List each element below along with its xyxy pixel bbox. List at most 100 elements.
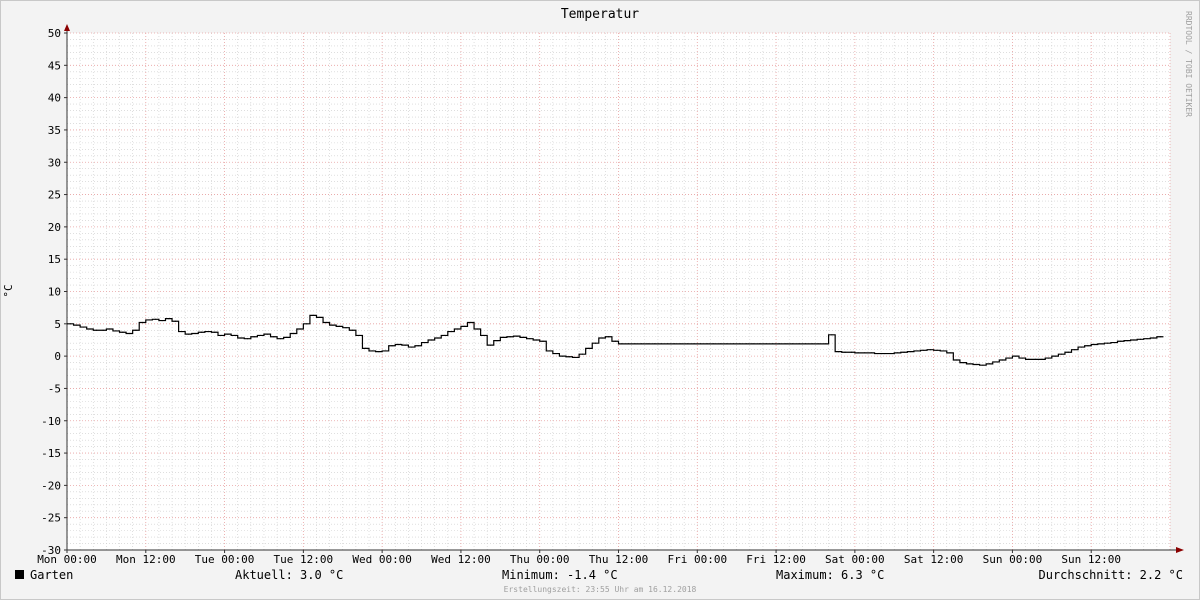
data-point bbox=[470, 321, 472, 324]
data-point bbox=[489, 344, 492, 346]
y-tick-label: 15 bbox=[48, 253, 61, 266]
data-point bbox=[76, 324, 78, 326]
y-tick-label: 50 bbox=[48, 27, 61, 40]
x-tick-label: Wed 00:00 bbox=[352, 553, 412, 566]
x-tick-label: Tue 12:00 bbox=[274, 553, 334, 566]
data-point bbox=[634, 343, 636, 345]
data-point bbox=[798, 343, 800, 345]
data-point bbox=[667, 343, 669, 345]
data-point bbox=[680, 343, 682, 345]
data-point bbox=[496, 340, 498, 342]
data-point bbox=[772, 343, 774, 345]
data-point bbox=[181, 330, 183, 333]
data-point bbox=[923, 349, 925, 351]
data-point bbox=[936, 349, 938, 351]
data-point bbox=[811, 343, 813, 345]
data-point bbox=[516, 335, 518, 337]
data-point bbox=[424, 341, 426, 344]
data-point bbox=[562, 355, 564, 357]
data-point bbox=[568, 356, 570, 358]
data-point bbox=[975, 363, 977, 366]
x-tick-label: Fri 00:00 bbox=[667, 553, 727, 566]
data-point bbox=[1133, 339, 1135, 341]
data-point bbox=[614, 340, 616, 342]
data-point bbox=[1080, 346, 1082, 348]
x-tick-label: Mon 00:00 bbox=[37, 553, 97, 566]
data-point bbox=[752, 343, 754, 345]
y-tick-label: 30 bbox=[48, 156, 61, 169]
x-tick-label: Thu 00:00 bbox=[510, 553, 570, 566]
data-point bbox=[332, 324, 334, 326]
data-point bbox=[831, 334, 833, 336]
data-point bbox=[214, 331, 216, 333]
footer-timestamp: Erstellungszeit: 23:55 Uhr am 16.12.2018 bbox=[504, 585, 697, 594]
data-point bbox=[686, 343, 689, 345]
y-tick-label: -10 bbox=[41, 415, 61, 428]
data-point bbox=[988, 363, 991, 365]
data-point bbox=[654, 343, 656, 345]
data-point bbox=[962, 361, 964, 364]
data-point bbox=[430, 339, 433, 341]
data-point bbox=[791, 343, 794, 345]
data-point bbox=[890, 352, 892, 355]
data-point bbox=[1047, 357, 1050, 359]
data-point bbox=[155, 318, 157, 320]
data-point bbox=[942, 350, 945, 352]
y-tick-label: 10 bbox=[48, 286, 61, 299]
data-point bbox=[608, 336, 610, 338]
x-tick-label: Sat 12:00 bbox=[904, 553, 964, 566]
data-point bbox=[745, 343, 748, 345]
data-point bbox=[870, 352, 872, 354]
data-point bbox=[529, 338, 531, 340]
data-point bbox=[1107, 342, 1109, 344]
data-point bbox=[194, 332, 196, 335]
data-point bbox=[233, 334, 236, 337]
data-point bbox=[102, 329, 104, 331]
data-point bbox=[982, 364, 984, 366]
data-point bbox=[69, 323, 71, 325]
data-point bbox=[450, 330, 452, 333]
data-point bbox=[384, 350, 387, 352]
data-point bbox=[647, 343, 649, 345]
data-point bbox=[148, 319, 150, 321]
data-point bbox=[535, 339, 538, 341]
data-point bbox=[739, 343, 741, 345]
y-tick-label: 25 bbox=[48, 189, 61, 202]
legend-maximum: Maximum: 6.3 °C bbox=[776, 568, 884, 582]
data-point bbox=[319, 316, 321, 318]
data-point bbox=[1061, 353, 1063, 355]
data-point bbox=[463, 325, 465, 327]
data-point bbox=[1093, 343, 1096, 346]
data-point bbox=[594, 342, 597, 344]
data-point bbox=[719, 343, 721, 345]
x-tick-label: Wed 12:00 bbox=[431, 553, 491, 566]
data-point bbox=[1159, 336, 1161, 338]
data-point bbox=[187, 333, 190, 335]
data-point bbox=[778, 343, 780, 345]
data-point bbox=[168, 318, 170, 320]
data-point bbox=[306, 323, 308, 325]
data-point bbox=[174, 320, 176, 322]
x-tick-label: Tue 00:00 bbox=[195, 553, 255, 566]
data-point bbox=[1034, 358, 1037, 360]
data-point bbox=[286, 336, 288, 338]
data-point bbox=[292, 332, 295, 335]
data-point bbox=[391, 345, 393, 347]
data-point bbox=[141, 321, 144, 324]
data-point bbox=[128, 332, 130, 335]
data-point bbox=[1001, 359, 1004, 361]
data-point bbox=[850, 351, 853, 353]
data-point bbox=[220, 334, 222, 337]
data-point bbox=[588, 347, 590, 349]
data-point bbox=[345, 327, 347, 329]
data-point bbox=[903, 351, 905, 353]
chart-svg: 50454035302520151050-5-10-15-20-25-30 Mo… bbox=[0, 0, 1200, 600]
legend-current: Aktuell: 3.0 °C bbox=[235, 568, 343, 582]
x-tick-label: Sun 00:00 bbox=[983, 553, 1043, 566]
x-tick-label: Thu 12:00 bbox=[589, 553, 649, 566]
data-point bbox=[115, 330, 117, 332]
data-point bbox=[759, 343, 761, 345]
data-point bbox=[1100, 343, 1102, 345]
data-point bbox=[404, 344, 406, 346]
data-point bbox=[122, 331, 124, 333]
